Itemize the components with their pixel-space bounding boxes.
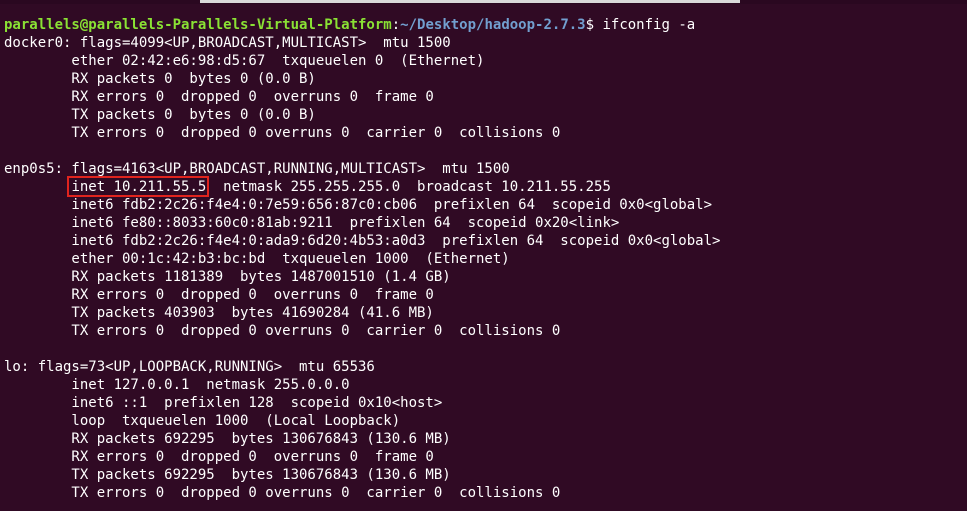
enp0s5-rx-errors: RX errors 0 dropped 0 overruns 0 frame 0 [4, 287, 434, 303]
terminal-window[interactable]: parallels@parallels-Parallels-Virtual-Pl… [0, 0, 967, 511]
enp0s5-inet6-3: inet6 fdb2:2c26:f4e4:0:ada9:6d20:4b53:a0… [4, 233, 721, 249]
docker0-tx-errors: TX errors 0 dropped 0 overruns 0 carrier… [4, 125, 561, 141]
enp0s5-tx-errors: TX errors 0 dropped 0 overruns 0 carrier… [4, 323, 561, 339]
enp0s5-inet-rest: netmask 255.255.255.0 broadcast 10.211.5… [206, 179, 611, 195]
lo-tx-errors: TX errors 0 dropped 0 overruns 0 carrier… [4, 485, 561, 501]
enp0s5-inet: inet 10.211.55.5 [71, 179, 207, 195]
docker0-header: docker0: flags=4099<UP,BROADCAST,MULTICA… [4, 35, 451, 51]
lo-header: lo: flags=73<UP,LOOPBACK,RUNNING> mtu 65… [4, 359, 375, 375]
lo-rx-errors: RX errors 0 dropped 0 overruns 0 frame 0 [4, 449, 434, 465]
enp0s5-inet6-2: inet6 fe80::8033:60c0:81ab:9211 prefixle… [4, 215, 620, 231]
docker0-ether: ether 02:42:e6:98:d5:67 txqueuelen 0 (Et… [4, 53, 485, 69]
enp0s5-inet-indent [4, 179, 71, 195]
inet-address-highlight: inet 10.211.55.5 [67, 176, 210, 197]
docker0-rx-packets: RX packets 0 bytes 0 (0.0 B) [4, 71, 316, 87]
enp0s5-tx-packets: TX packets 403903 bytes 41690284 (41.6 M… [4, 305, 434, 321]
enp0s5-inet6-1: inet6 fdb2:2c26:f4e4:0:7e59:656:87c0:cb0… [4, 197, 713, 213]
prompt-symbol: $ [585, 17, 603, 33]
prompt-user-host: parallels@parallels-Parallels-Virtual-Pl… [4, 17, 392, 33]
prompt-line: parallels@parallels-Parallels-Virtual-Pl… [4, 16, 967, 34]
enp0s5-ether: ether 00:1c:42:b3:bc:bd txqueuelen 1000 … [4, 251, 510, 267]
lo-tx-packets: TX packets 692295 bytes 130676843 (130.6… [4, 467, 451, 483]
top-edge-remnant [0, 0, 967, 4]
lo-inet6: inet6 ::1 prefixlen 128 scopeid 0x10<hos… [4, 395, 443, 411]
enp0s5-header: enp0s5: flags=4163<UP,BROADCAST,RUNNING,… [4, 161, 510, 177]
prompt-separator: : [391, 17, 401, 33]
top-edge-slice [200, 0, 740, 3]
terminal-output: parallels@parallels-Parallels-Virtual-Pl… [4, 16, 967, 502]
docker0-tx-packets: TX packets 0 bytes 0 (0.0 B) [4, 107, 316, 123]
prompt-command: ifconfig -a [602, 17, 696, 33]
prompt-path: ~/Desktop/hadoop-2.7.3 [400, 17, 586, 33]
lo-rx-packets: RX packets 692295 bytes 130676843 (130.6… [4, 431, 451, 447]
enp0s5-rx-packets: RX packets 1181389 bytes 1487001510 (1.4… [4, 269, 451, 285]
lo-inet: inet 127.0.0.1 netmask 255.0.0.0 [4, 377, 350, 393]
enp0s5-inet-line: inet 10.211.55.5 netmask 255.255.255.0 b… [4, 176, 967, 197]
docker0-rx-errors: RX errors 0 dropped 0 overruns 0 frame 0 [4, 89, 434, 105]
lo-loop: loop txqueuelen 1000 (Local Loopback) [4, 413, 401, 429]
